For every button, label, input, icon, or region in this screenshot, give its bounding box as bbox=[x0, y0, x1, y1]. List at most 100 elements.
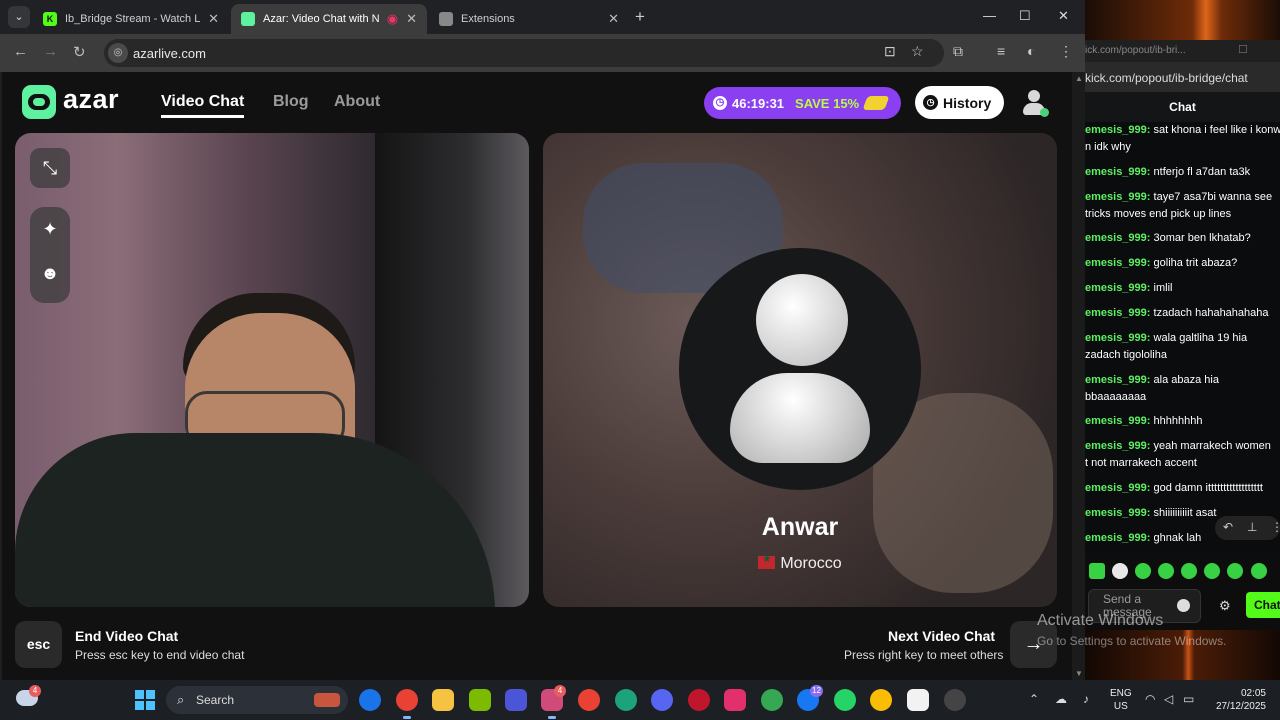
bookmark-star-icon[interactable]: ☆ bbox=[911, 43, 924, 60]
tab-azar[interactable]: Azar: Video Chat with New F ◉ ✕ bbox=[231, 4, 427, 34]
emoji-picker-icon[interactable] bbox=[1177, 599, 1190, 612]
chat-message: bbaaaaaaaa bbox=[1085, 391, 1147, 403]
edge-icon[interactable] bbox=[359, 689, 381, 711]
end-chat-title: End Video Chat bbox=[75, 628, 179, 644]
discord-icon[interactable] bbox=[651, 689, 673, 711]
popout-address-bar[interactable]: kick.com/popout/ib-bridge/chat bbox=[1085, 62, 1280, 92]
azar-page: azar Video Chat Blog About ◷ 46:19:31 SA… bbox=[2, 72, 1072, 680]
media-control-icon[interactable]: ≡ bbox=[997, 43, 1005, 59]
chat-settings-icon[interactable]: ⚙ bbox=[1219, 598, 1231, 614]
page-scrollbar[interactable]: ▲ ▼ bbox=[1072, 72, 1085, 680]
face-filter-icon[interactable]: ☻ bbox=[30, 251, 70, 295]
chrome-profile-icon[interactable] bbox=[761, 689, 783, 711]
chat-message: zadach tigololiha bbox=[1085, 349, 1167, 361]
emote-icon[interactable] bbox=[1227, 563, 1243, 579]
emote-icon[interactable] bbox=[1112, 563, 1128, 579]
user-avatar-icon[interactable] bbox=[1020, 88, 1049, 118]
history-label: History bbox=[943, 94, 992, 111]
onedrive-icon[interactable]: ☁ bbox=[1055, 692, 1067, 706]
chat-message: emesis_999: ntferjo fl a7dan ta3k bbox=[1085, 166, 1251, 178]
microphone-icon[interactable]: ♪ bbox=[1083, 692, 1089, 706]
reload-button[interactable]: ↻ bbox=[73, 43, 86, 61]
address-bar[interactable]: ◎ azarlive.com bbox=[104, 39, 944, 67]
site-info-icon[interactable]: ◎ bbox=[108, 43, 128, 63]
facebook-badge: 12 bbox=[810, 685, 823, 697]
tab-title: Azar: Video Chat with New F bbox=[263, 13, 379, 25]
end-chat-button[interactable]: esc bbox=[15, 621, 62, 668]
tab-title: Ib_Bridge Stream - Watch Live o bbox=[65, 13, 201, 25]
language-indicator[interactable]: ENG US bbox=[1110, 687, 1132, 713]
morocco-flag-icon bbox=[758, 554, 776, 569]
popout-title: ick.com/popout/ib-bri... bbox=[1085, 45, 1186, 56]
chat-send-button[interactable]: Chat bbox=[1246, 592, 1280, 618]
sparkle-effects-icon[interactable]: ✦ bbox=[30, 207, 70, 251]
address-bar-row: ← → ↻ ◎ azarlive.com ⊡ ☆ ⧉ ≡ ◐ ⋮ bbox=[0, 34, 1085, 72]
nav-blog[interactable]: Blog bbox=[273, 93, 309, 111]
tab-search-button[interactable]: ⌄ bbox=[8, 6, 30, 28]
back-button[interactable]: ← bbox=[13, 43, 28, 60]
promo-timer: 46:19:31 bbox=[732, 95, 785, 111]
whatsapp-icon[interactable] bbox=[834, 689, 856, 711]
partner-country: Morocco bbox=[543, 554, 1057, 573]
azar-logo-text[interactable]: azar bbox=[63, 84, 119, 115]
capcut-icon[interactable] bbox=[907, 689, 929, 711]
more-icon[interactable]: ⋮ bbox=[1271, 520, 1280, 534]
battery-icon[interactable]: ▭ bbox=[1183, 692, 1194, 706]
tray-overflow-icon[interactable]: ⌃ bbox=[1029, 692, 1039, 706]
close-tab-icon[interactable]: ✕ bbox=[406, 11, 417, 27]
popout-url[interactable]: kick.com/popout/ib-bridge/chat bbox=[1085, 71, 1248, 85]
app-icon[interactable] bbox=[688, 689, 710, 711]
language-label: ENG bbox=[1110, 688, 1132, 699]
windows-start-icon[interactable] bbox=[135, 690, 155, 710]
promo-timer-button[interactable]: ◷ 46:19:31 SAVE 15% bbox=[704, 87, 901, 119]
taskbar-search-label: Search bbox=[196, 693, 235, 707]
profile-icon[interactable]: ◐ bbox=[1027, 43, 1035, 59]
install-app-icon[interactable]: ⊡ bbox=[884, 43, 896, 60]
azar-logo-icon[interactable] bbox=[22, 85, 56, 119]
emote-icon[interactable] bbox=[1204, 563, 1220, 579]
wifi-icon[interactable]: ◠ bbox=[1145, 692, 1155, 706]
partner-name: Anwar bbox=[761, 513, 839, 541]
chrome-profile-icon[interactable] bbox=[578, 689, 600, 711]
maximize-button[interactable]: ☐ bbox=[1019, 8, 1031, 24]
region-label: US bbox=[1113, 701, 1128, 712]
popout-maximize-icon[interactable]: ☐ bbox=[1238, 43, 1248, 56]
file-explorer-icon[interactable] bbox=[432, 689, 454, 711]
app-icon[interactable] bbox=[615, 689, 637, 711]
minimize-video-icon[interactable]: ⤡ bbox=[30, 148, 70, 188]
chrome-icon[interactable] bbox=[396, 689, 418, 719]
emote-icon[interactable] bbox=[1089, 563, 1105, 579]
volume-icon[interactable]: ◁ bbox=[1164, 692, 1173, 706]
emote-icon[interactable] bbox=[1251, 563, 1267, 579]
partner-country-label: Morocco bbox=[780, 555, 842, 572]
forward-button[interactable]: → bbox=[43, 43, 58, 60]
close-window-button[interactable]: ✕ bbox=[1058, 8, 1069, 24]
close-tab-icon[interactable]: ✕ bbox=[608, 11, 619, 27]
app-icon[interactable] bbox=[505, 689, 527, 711]
chrome-profile-icon[interactable] bbox=[870, 689, 892, 711]
tab-extensions[interactable]: Extensions ✕ bbox=[429, 4, 629, 34]
pin-icon[interactable]: ⊥ bbox=[1247, 520, 1257, 534]
emote-icon[interactable] bbox=[1181, 563, 1197, 579]
store-icon[interactable] bbox=[469, 689, 491, 711]
taskbar-search[interactable]: ⌕ Search bbox=[166, 686, 348, 714]
chat-message: tricks moves end pick up lines bbox=[1085, 208, 1232, 220]
instagram-icon[interactable] bbox=[724, 689, 746, 711]
tab-kick-stream[interactable]: K Ib_Bridge Stream - Watch Live o ✕ bbox=[33, 4, 229, 34]
recorder-icon[interactable] bbox=[944, 689, 966, 711]
browser-menu-icon[interactable]: ⋮ bbox=[1059, 43, 1073, 60]
emote-icon[interactable] bbox=[1135, 563, 1151, 579]
minimize-button[interactable]: — bbox=[983, 8, 996, 23]
nav-about[interactable]: About bbox=[334, 93, 380, 111]
system-clock[interactable]: 02:05 27/12/2025 bbox=[1210, 687, 1266, 713]
extensions-icon[interactable]: ⧉ bbox=[953, 43, 963, 60]
nav-video-chat[interactable]: Video Chat bbox=[161, 93, 245, 118]
new-tab-button[interactable]: + bbox=[635, 7, 645, 27]
chat-message: emesis_999: wala galtliha 19 hia bbox=[1085, 332, 1248, 344]
emote-icon[interactable] bbox=[1158, 563, 1174, 579]
reply-icon[interactable]: ↶ bbox=[1223, 520, 1233, 534]
close-tab-icon[interactable]: ✕ bbox=[208, 11, 219, 27]
history-button[interactable]: ◷ History bbox=[915, 86, 1004, 119]
url-text[interactable]: azarlive.com bbox=[133, 46, 206, 61]
weather-badge: 4 bbox=[29, 685, 41, 697]
